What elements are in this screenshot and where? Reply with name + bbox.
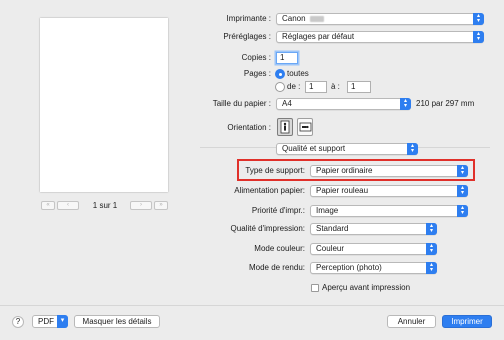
print-quality-label: Qualité d'impression:	[230, 224, 305, 233]
orientation-label: Orientation :	[227, 123, 271, 132]
presets-select[interactable]: Réglages par défaut ▴ ▾	[276, 31, 484, 43]
orientation-portrait-button[interactable]	[277, 118, 293, 136]
printer-value: Canon	[282, 14, 306, 23]
print-quality-value: Standard	[316, 224, 349, 233]
paper-source-label: Alimentation papier:	[234, 186, 305, 195]
print-priority-value: Image	[316, 206, 339, 215]
pages-all-label: toutes	[287, 69, 309, 78]
print-priority-select[interactable]: Image ▴ ▾	[310, 205, 468, 217]
media-type-select[interactable]: Papier ordinaire ▴ ▾	[310, 165, 468, 177]
paper-size-label: Taille du papier :	[212, 99, 271, 108]
section-value: Qualité et support	[282, 144, 346, 153]
pages-range-radio[interactable]	[275, 82, 285, 92]
chevron-updown-icon: ▴ ▾	[473, 13, 484, 25]
presets-value: Réglages par défaut	[282, 32, 355, 41]
chevron-updown-icon: ▴ ▾	[407, 143, 418, 155]
pages-all-radio[interactable]	[275, 69, 285, 79]
chevron-updown-icon: ▴ ▾	[457, 165, 468, 177]
redacted-printer-model	[309, 15, 324, 22]
prev-page-button[interactable]: ‹	[57, 201, 79, 210]
print-priority-label: Priorité d'impr.:	[251, 206, 305, 215]
paper-source-select[interactable]: Papier rouleau ▴ ▾	[310, 185, 468, 197]
chevron-updown-icon: ▴ ▾	[426, 243, 437, 255]
last-page-button[interactable]: »	[154, 201, 168, 210]
paper-source-value: Papier rouleau	[316, 186, 369, 195]
page-preview	[40, 18, 168, 192]
pages-label: Pages :	[243, 69, 271, 78]
chevron-updown-icon: ▴ ▾	[457, 185, 468, 197]
first-page-button[interactable]: «	[41, 201, 55, 210]
color-mode-select[interactable]: Couleur ▴ ▾	[310, 243, 437, 255]
chevron-updown-icon: ▴ ▾	[473, 31, 484, 43]
media-type-value: Papier ordinaire	[316, 166, 373, 175]
render-mode-select[interactable]: Perception (photo) ▴ ▾	[310, 262, 437, 274]
pages-to-label: à :	[331, 82, 340, 91]
hide-details-button[interactable]: Masquer les détails	[74, 315, 160, 328]
page-indicator: 1 sur 1	[92, 201, 118, 210]
section-select[interactable]: Qualité et support ▴ ▾	[276, 143, 418, 155]
pdf-label: PDF	[38, 317, 54, 326]
chevron-updown-icon: ▴ ▾	[426, 223, 437, 235]
printer-select[interactable]: Canon ▴ ▾	[276, 13, 484, 25]
orientation-landscape-button[interactable]	[297, 118, 313, 136]
copies-label: Copies :	[241, 53, 271, 62]
color-mode-label: Mode couleur:	[254, 244, 305, 253]
copies-field[interactable]: 1	[276, 52, 298, 64]
render-mode-value: Perception (photo)	[316, 263, 382, 272]
preview-checkbox[interactable]	[311, 284, 319, 292]
preview-checkbox-label: Aperçu avant impression	[322, 283, 411, 292]
landscape-icon	[299, 122, 312, 132]
printer-label: Imprimante :	[226, 14, 271, 23]
paper-size-dims: 210 par 297 mm	[416, 99, 475, 108]
cancel-button[interactable]: Annuler	[387, 315, 436, 328]
paper-size-select[interactable]: A4 ▴ ▾	[276, 98, 411, 110]
render-mode-label: Mode de rendu:	[248, 263, 305, 272]
chevron-updown-icon: ▴ ▾	[400, 98, 411, 110]
help-icon: ?	[15, 317, 21, 326]
print-button[interactable]: Imprimer	[442, 315, 492, 328]
print-quality-select[interactable]: Standard ▴ ▾	[310, 223, 437, 235]
next-page-button[interactable]: ›	[130, 201, 152, 210]
pages-from-label: de :	[287, 82, 301, 91]
pages-from-field[interactable]: 1	[305, 81, 327, 93]
pages-to-field[interactable]: 1	[347, 81, 371, 93]
presets-label: Préréglages :	[223, 32, 271, 41]
media-type-label: Type de support:	[245, 166, 305, 175]
chevron-down-icon: ▾	[57, 315, 68, 328]
portrait-icon	[280, 120, 290, 134]
pdf-menu-button[interactable]: PDF ▾	[32, 315, 68, 328]
chevron-updown-icon: ▴ ▾	[426, 262, 437, 274]
chevron-updown-icon: ▴ ▾	[457, 205, 468, 217]
help-button[interactable]: ?	[12, 316, 24, 328]
color-mode-value: Couleur	[316, 244, 345, 253]
footer-separator	[0, 305, 504, 306]
paper-size-value: A4	[282, 99, 292, 108]
